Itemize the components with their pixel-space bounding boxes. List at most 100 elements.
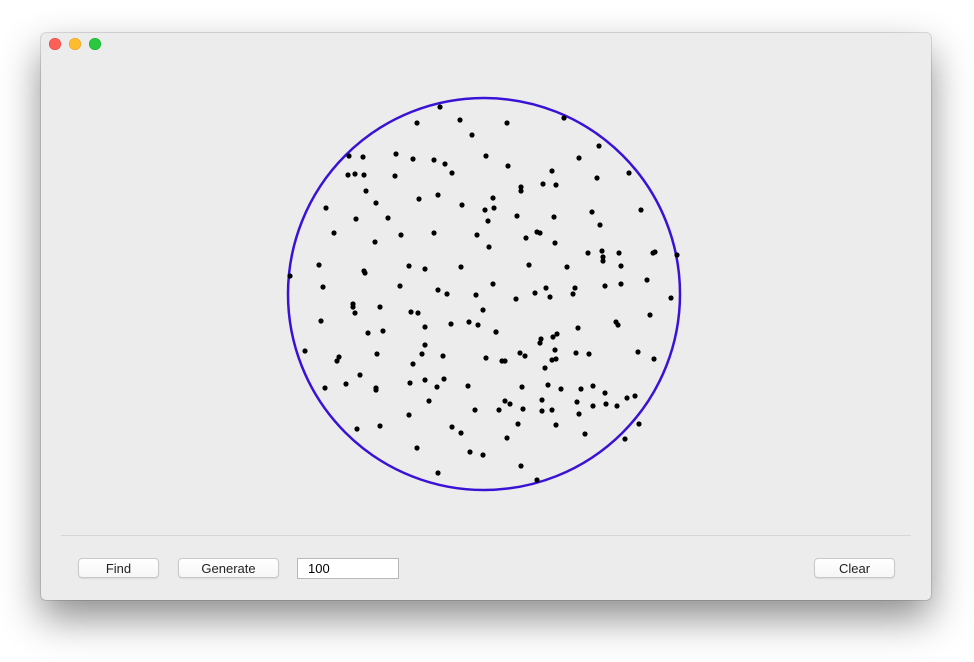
- scatter-point: [539, 397, 545, 403]
- scatter-point: [552, 240, 558, 246]
- toolbar-separator: [61, 535, 911, 536]
- scatter-point: [475, 322, 481, 328]
- scatter-point: [626, 170, 632, 176]
- scatter-point: [502, 358, 508, 364]
- scatter-point: [435, 287, 441, 293]
- scatter-point: [363, 188, 369, 194]
- scatter-point: [543, 285, 549, 291]
- scatter-point: [414, 120, 420, 126]
- scatter-point: [490, 195, 496, 201]
- scatter-point: [302, 348, 308, 354]
- scatter-point: [457, 117, 463, 123]
- generate-button[interactable]: Generate: [178, 558, 279, 578]
- scatter-point: [490, 281, 496, 287]
- scatter-point: [589, 209, 595, 215]
- scatter-point: [493, 329, 499, 335]
- scatter-point: [618, 281, 624, 287]
- scatter-point: [458, 430, 464, 436]
- scatter-point: [431, 157, 437, 163]
- scatter-point: [578, 386, 584, 392]
- scatter-point: [539, 408, 545, 414]
- scatter-point: [590, 383, 596, 389]
- scatter-point: [537, 230, 543, 236]
- scatter-point: [624, 395, 630, 401]
- scatter-point: [491, 205, 497, 211]
- scatter-point: [553, 422, 559, 428]
- scatter-point: [392, 173, 398, 179]
- scatter-point: [435, 192, 441, 198]
- scatter-point: [416, 196, 422, 202]
- scatter-point: [534, 477, 540, 483]
- scatter-point: [318, 318, 324, 324]
- scatter-point: [397, 283, 403, 289]
- find-button[interactable]: Find: [78, 558, 159, 578]
- scatter-point: [504, 120, 510, 126]
- app-window: Find Generate Clear: [41, 33, 931, 600]
- scatter-point: [514, 213, 520, 219]
- scatter-point: [362, 270, 368, 276]
- scatter-point: [602, 390, 608, 396]
- scatter-point: [632, 393, 638, 399]
- scatter-point: [483, 153, 489, 159]
- scatter-point: [537, 340, 543, 346]
- scatter-point: [532, 290, 538, 296]
- scatter-point: [540, 181, 546, 187]
- scatter-point: [519, 384, 525, 390]
- scatter-point: [408, 309, 414, 315]
- scatter-point: [507, 401, 513, 407]
- scatter-point: [419, 351, 425, 357]
- scatter-point: [353, 216, 359, 222]
- scatter-point: [614, 403, 620, 409]
- scatter-point: [469, 132, 475, 138]
- scatter-point: [553, 182, 559, 188]
- scatter-point: [320, 284, 326, 290]
- scatter-point: [636, 421, 642, 427]
- scatter-point: [573, 350, 579, 356]
- scatter-point: [426, 398, 432, 404]
- scatter-point: [480, 452, 486, 458]
- scatter-point: [549, 168, 555, 174]
- scatter-point: [350, 304, 356, 310]
- scatter-point: [410, 361, 416, 367]
- scatter-point: [622, 436, 628, 442]
- point-count-input[interactable]: [297, 558, 399, 579]
- scatter-point: [287, 273, 293, 279]
- scatter-point: [600, 258, 606, 264]
- scatter-point: [434, 384, 440, 390]
- scatter-point: [638, 207, 644, 213]
- scatter-point: [422, 266, 428, 272]
- scatter-point: [558, 386, 564, 392]
- scatter-point: [410, 156, 416, 162]
- scatter-point: [590, 403, 596, 409]
- scatter-point: [345, 172, 351, 178]
- scatter-point: [414, 445, 420, 451]
- scatter-point: [526, 262, 532, 268]
- scatter-point: [651, 356, 657, 362]
- scatter-point: [582, 431, 588, 437]
- scatter-point: [574, 399, 580, 405]
- scatter-point: [465, 383, 471, 389]
- scatter-point: [437, 104, 443, 110]
- scatter-point: [549, 407, 555, 413]
- scatter-point: [594, 175, 600, 181]
- scatter-point: [354, 426, 360, 432]
- scatter-point: [576, 411, 582, 417]
- scatter-point: [485, 218, 491, 224]
- scatter-point: [472, 407, 478, 413]
- scatter-point: [564, 264, 570, 270]
- scatter-point: [440, 353, 446, 359]
- scatter-point: [467, 449, 473, 455]
- scatter-point: [483, 355, 489, 361]
- clear-button[interactable]: Clear: [814, 558, 895, 578]
- scatter-point: [602, 283, 608, 289]
- scatter-point: [515, 421, 521, 427]
- scatter-point: [466, 319, 472, 325]
- scatter-point: [422, 342, 428, 348]
- scatter-point: [374, 351, 380, 357]
- points-canvas: [286, 96, 682, 492]
- scatter-point: [552, 347, 558, 353]
- scatter-point: [513, 296, 519, 302]
- scatter-point: [442, 161, 448, 167]
- scatter-point: [352, 171, 358, 177]
- scatter-point: [346, 153, 352, 159]
